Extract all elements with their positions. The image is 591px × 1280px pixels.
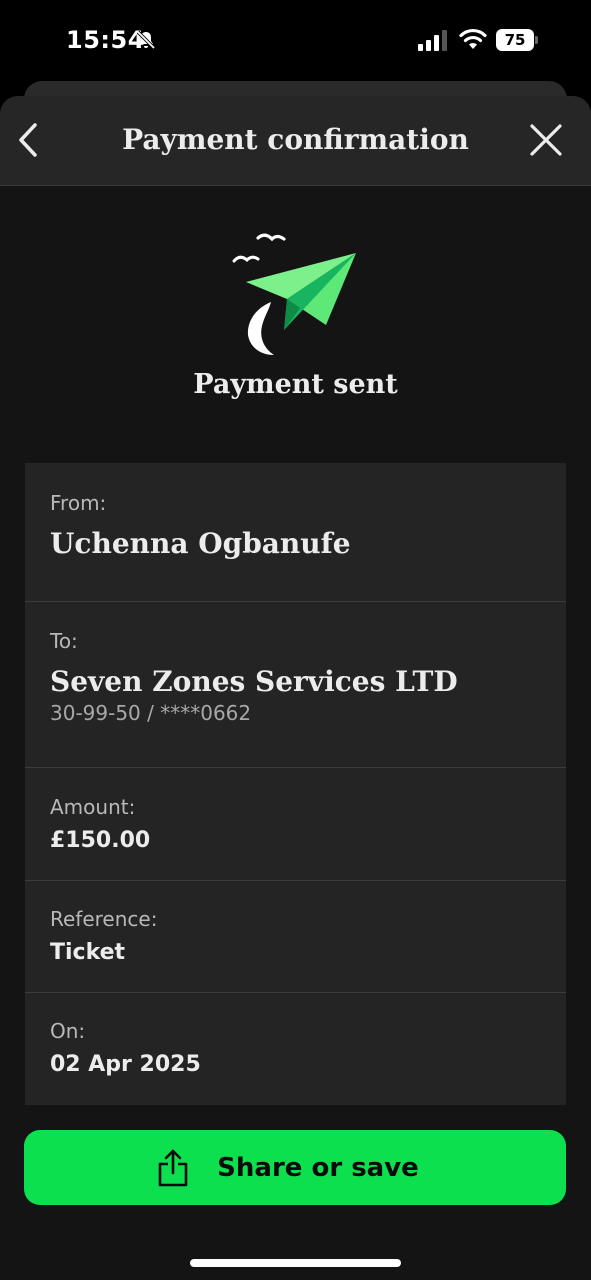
payment-details-card: From: Uchenna Ogbanufe To: Seven Zones S… [25,463,566,1105]
payment-confirmation-sheet: Payment confirmation Payment sent From: … [0,96,591,1280]
status-time: 15:54 [66,26,145,54]
paper-plane-illustration [232,233,356,355]
payment-sent-title: Payment sent [193,369,398,400]
page-title: Payment confirmation [122,123,469,156]
from-label: From: [50,491,107,515]
detail-row-amount: Amount: £150.00 [25,768,566,881]
to-account-details: 30-99-50 / ****0662 [50,701,252,725]
share-or-save-label: Share or save [217,1152,419,1183]
date-label: On: [50,1019,86,1043]
amount-value: £150.00 [50,828,151,853]
share-icon [158,1149,188,1186]
reference-label: Reference: [50,907,158,931]
detail-row-to: To: Seven Zones Services LTD 30-99-50 / … [25,602,566,768]
home-indicator[interactable] [190,1259,401,1267]
detail-row-reference: Reference: Ticket [25,881,566,993]
bell-slash-icon [136,30,156,50]
battery-icon: 75 [496,29,538,51]
battery-level: 75 [504,31,526,49]
date-value: 02 Apr 2025 [50,1052,201,1077]
share-or-save-button[interactable]: Share or save [24,1130,566,1205]
detail-row-date: On: 02 Apr 2025 [25,993,566,1105]
chevron-left-icon [19,123,37,157]
status-bar: 15:54 75 [0,0,591,80]
close-button[interactable] [524,118,568,162]
from-value: Uchenna Ogbanufe [50,527,351,560]
back-button[interactable] [8,118,48,162]
payment-sent-hero: Payment sent [0,226,591,406]
detail-row-from: From: Uchenna Ogbanufe [25,463,566,602]
reference-value: Ticket [50,940,126,965]
wifi-icon [459,28,487,49]
signal-icon [418,30,447,51]
close-icon [530,124,562,156]
amount-label: Amount: [50,795,136,819]
header: Payment confirmation [0,96,591,186]
to-value: Seven Zones Services LTD [50,665,458,698]
to-label: To: [50,629,78,653]
